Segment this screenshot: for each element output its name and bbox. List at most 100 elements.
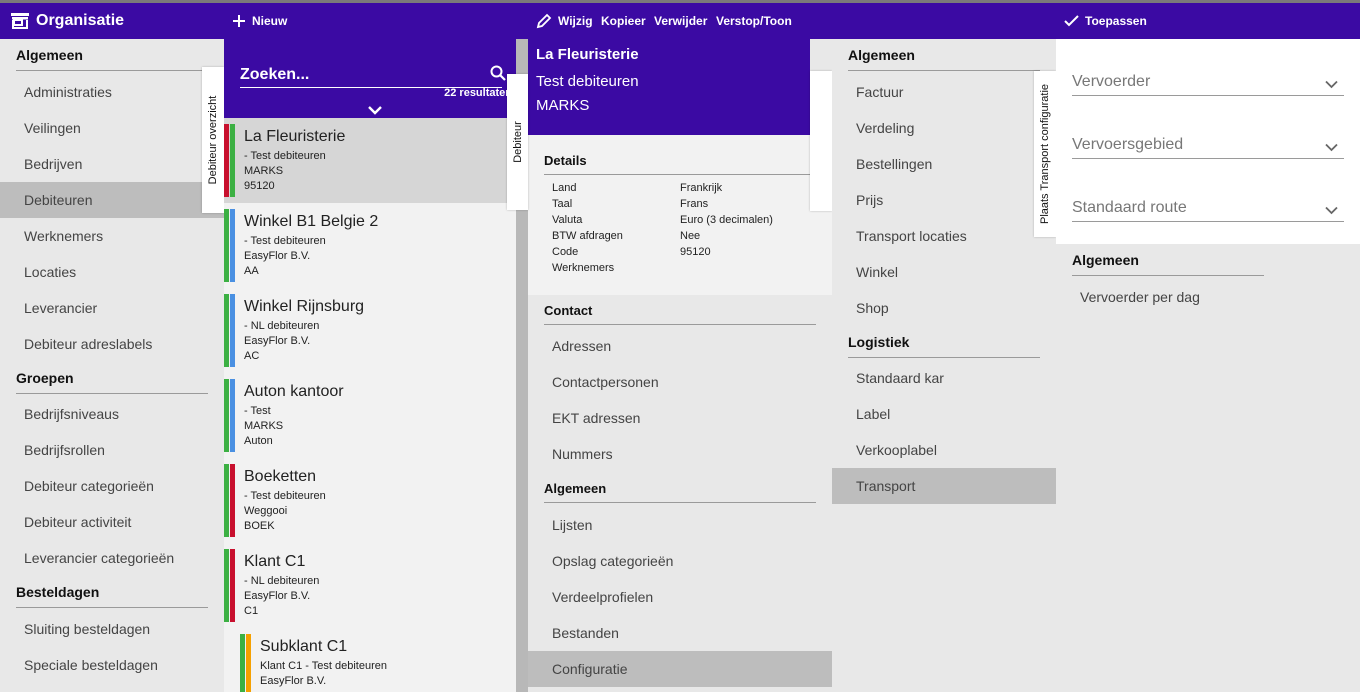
detail-key: Taal xyxy=(552,198,573,210)
card-name: Auton kantoor xyxy=(244,383,344,400)
detail-item-opslag-categorieen[interactable]: Opslag categorieën xyxy=(528,543,832,579)
nav-item-transport-locaties[interactable]: Transport locaties xyxy=(832,218,1056,254)
search-input[interactable] xyxy=(240,62,502,88)
card-company: MARKS xyxy=(244,165,284,177)
category-color-bars xyxy=(224,124,236,197)
app-title: Organisatie xyxy=(10,3,124,39)
debiteur-card[interactable]: Auton kantoor - Test MARKS Auton xyxy=(224,373,516,458)
nav-item-administraties[interactable]: Administraties xyxy=(0,74,224,110)
apply-button[interactable]: Toepassen xyxy=(1064,3,1147,39)
nav-item-vervoerder-per-dag[interactable]: Vervoerder per dag xyxy=(1056,279,1360,315)
transport-form: Vervoerder Vervoersgebied Standaard rout… xyxy=(1056,39,1360,244)
nav-item-shop[interactable]: Shop xyxy=(832,290,1056,326)
section-header-details: Details xyxy=(544,145,816,175)
nav-item-debiteur-adreslabels[interactable]: Debiteur adreslabels xyxy=(0,326,224,362)
nav-item-bedrijven[interactable]: Bedrijven xyxy=(0,146,224,182)
nav-item-locaties[interactable]: Locaties xyxy=(0,254,224,290)
nav-item-sluiting-besteldagen[interactable]: Sluiting besteldagen xyxy=(0,611,224,647)
debiteur-card[interactable]: Klant C1 - NL debiteuren EasyFlor B.V. C1 xyxy=(224,543,516,628)
nav-item-bedrijfsrollen[interactable]: Bedrijfsrollen xyxy=(0,432,224,468)
search-icon[interactable] xyxy=(490,65,506,86)
debiteur-card[interactable]: Winkel B1 Belgie 2 - Test debiteuren EasyF… xyxy=(224,203,516,288)
nav-item-werknemers[interactable]: Werknemers xyxy=(0,218,224,254)
detail-item-ekt-adressen[interactable]: EKT adressen xyxy=(528,400,832,436)
detail-subtitle-company: MARKS xyxy=(536,97,590,114)
detail-item-lijsten[interactable]: Lijsten xyxy=(528,507,832,543)
nav-item-winkel[interactable]: Winkel xyxy=(832,254,1056,290)
detail-value: Euro (3 decimalen) xyxy=(680,214,773,226)
chevron-down-icon xyxy=(1325,202,1338,220)
nav-item-factuur[interactable]: Factuur xyxy=(832,74,1056,110)
nav-item-debiteur-categorieen[interactable]: Debiteur categorieën xyxy=(0,468,224,504)
detail-item-configuratie[interactable]: Configuratie xyxy=(528,651,832,687)
detail-item-contactpersonen[interactable]: Contactpersonen xyxy=(528,364,832,400)
card-code: 95120 xyxy=(244,180,275,192)
nav-item-leverancier[interactable]: Leverancier xyxy=(0,290,224,326)
nav-item-verkooplabel[interactable]: Verkooplabel xyxy=(832,432,1056,468)
detail-item-bestanden[interactable]: Bestanden xyxy=(528,615,832,651)
card-group: - NL debiteuren xyxy=(244,575,320,587)
copy-button[interactable]: Kopieer xyxy=(601,3,646,39)
card-group: - Test debiteuren xyxy=(244,150,326,162)
card-company: EasyFlor B.V. xyxy=(244,335,311,347)
detail-item-adressen[interactable]: Adressen xyxy=(528,328,832,364)
transport-form-panel: Vervoerder Vervoersgebied Standaard rout… xyxy=(1056,39,1360,692)
debiteur-tab[interactable]: Debiteur xyxy=(507,74,528,210)
configuratie-nav: Algemeen Factuur Verdeling Bestellingen … xyxy=(832,39,1056,692)
card-company: Weggooi xyxy=(244,505,288,517)
card-group: - NL debiteuren xyxy=(244,320,320,332)
card-name: Boeketten xyxy=(244,468,317,485)
nav-item-debiteur-activiteit[interactable]: Debiteur activiteit xyxy=(0,504,224,540)
detail-item-verdeelprofielen[interactable]: Verdeelprofielen xyxy=(528,579,832,615)
debiteur-card[interactable]: Winkel Rijnsburg - NL debiteuren EasyFlor … xyxy=(224,288,516,373)
category-color-bars xyxy=(224,464,236,537)
debiteur-card[interactable]: Subklant C1 Klant C1 - Test debiteuren Eas… xyxy=(224,628,516,692)
nav-item-label[interactable]: Label xyxy=(832,396,1056,432)
delete-button[interactable]: Verwijder xyxy=(654,3,707,39)
plaats-transport-configuratie-tab[interactable]: Plaats Transport configuratie xyxy=(1034,71,1056,237)
category-color-bars xyxy=(240,634,252,692)
pencil-icon xyxy=(536,13,552,29)
card-name: Winkel B1 Belgie 2 xyxy=(244,213,379,230)
nav-item-standaard-kar[interactable]: Standaard kar xyxy=(832,360,1056,396)
hide-show-button[interactable]: Verstop/Toon xyxy=(716,3,792,39)
edit-button[interactable]: Wijzig xyxy=(536,3,605,39)
card-group: Klant C1 - Test debiteuren xyxy=(260,660,387,672)
card-name: Winkel Rijnsburg xyxy=(244,298,365,315)
detail-key: Land xyxy=(552,182,577,194)
app-title-label: Organisatie xyxy=(36,12,125,29)
nav-item-prijs[interactable]: Prijs xyxy=(832,182,1056,218)
vervoersgebied-select[interactable]: Vervoersgebied xyxy=(1072,131,1344,159)
nav-item-transport[interactable]: Transport xyxy=(832,468,1056,504)
category-color-bars xyxy=(224,379,236,452)
nav-item-bestellingen[interactable]: Bestellingen xyxy=(832,146,1056,182)
new-button[interactable]: Nieuw xyxy=(232,3,287,39)
section-header-algemeen: Algemeen xyxy=(16,39,208,71)
debiteur-card[interactable]: La Fleuristerie - Test debiteuren MARKS 951… xyxy=(224,118,516,203)
nav-item-veilingen[interactable]: Veilingen xyxy=(0,110,224,146)
standaard-route-select[interactable]: Standaard route xyxy=(1072,194,1344,222)
detail-header: La Fleuristerie Test debiteuren MARKS xyxy=(528,39,810,135)
card-code: BOEK xyxy=(244,520,275,532)
nav-item-verdeling[interactable]: Verdeling xyxy=(832,110,1056,146)
nav-item-debiteuren[interactable]: Debiteuren xyxy=(0,182,224,218)
nav-item-bedrijfsniveaus[interactable]: Bedrijfsniveaus xyxy=(0,396,224,432)
debiteur-card[interactable]: Boeketten - Test debiteuren Weggooi BOEK xyxy=(224,458,516,543)
section-header-logistiek: Logistiek xyxy=(848,326,1040,358)
check-icon xyxy=(1064,14,1079,28)
nav-item-speciale-besteldagen[interactable]: Speciale besteldagen xyxy=(0,647,224,683)
store-icon xyxy=(10,12,30,30)
section-header-groepen: Groepen xyxy=(16,362,208,394)
vervoerder-select[interactable]: Vervoerder xyxy=(1072,68,1344,96)
section-header-besteldagen: Besteldagen xyxy=(16,576,208,608)
nav-item-leverancier-categorieen[interactable]: Leverancier categorieën xyxy=(0,540,224,576)
debiteur-overzicht-tab[interactable]: Debiteur overzicht xyxy=(202,67,224,213)
card-group: - Test debiteuren xyxy=(244,235,326,247)
card-code: AA xyxy=(244,265,259,277)
detail-value: Nee xyxy=(680,230,701,242)
card-name: Subklant C1 xyxy=(260,638,348,655)
detail-item-nummers[interactable]: Nummers xyxy=(528,436,832,472)
card-name: La Fleuristerie xyxy=(244,128,346,145)
card-name: Klant C1 xyxy=(244,553,306,570)
category-color-bars xyxy=(224,209,236,282)
